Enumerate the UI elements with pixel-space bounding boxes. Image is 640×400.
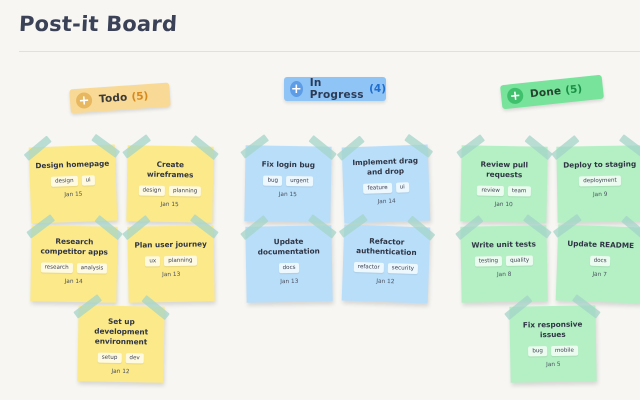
page-title: Post-it Board [18, 12, 178, 36]
note-tag: research [40, 262, 73, 273]
note-tag: dev [125, 353, 144, 364]
note-tag: docs [589, 255, 611, 267]
note-tag: review [477, 185, 504, 196]
note-tag: design [50, 175, 78, 187]
note-date: Jan 13 [162, 271, 181, 279]
column-label-done: Done [529, 85, 562, 101]
sticky-note[interactable]: Set up development environment setup dev… [73, 294, 170, 383]
note-date: Jan 9 [592, 191, 608, 199]
sticky-note[interactable]: Update README docs Jan 7 [552, 213, 640, 304]
note-date: Jan 15 [278, 191, 297, 199]
sticky-note[interactable]: Design homepage design ui Jan 15 [23, 133, 121, 224]
column-count-todo: (5) [131, 90, 149, 104]
note-title: Fix login bug [261, 159, 316, 170]
sticky-note[interactable]: Fix responsive issues bug mobile Jan 5 [504, 294, 601, 383]
note-tag: refactor [353, 261, 384, 273]
note-tag: urgent [286, 175, 313, 187]
sticky-note[interactable]: Create wireframes design planning Jan 15 [122, 134, 219, 223]
sticky-note[interactable]: Fix login bug bug urgent Jan 15 [240, 134, 337, 223]
sticky-note[interactable]: Review pull requests review team Jan 10 [456, 134, 553, 223]
tape [524, 135, 553, 161]
sticky-note[interactable]: Research competitor apps research analys… [26, 214, 123, 303]
tape [308, 135, 337, 161]
add-note-in-progress-icon[interactable]: + [290, 81, 303, 97]
column-header-todo[interactable]: + Todo (5) [69, 82, 171, 114]
note-title: Update README [567, 238, 635, 251]
sticky-note[interactable]: Refactor authentication refactor securit… [338, 213, 436, 304]
title-divider [19, 51, 640, 52]
note-tag: docs [278, 262, 300, 274]
column-header-in-progress[interactable]: + In Progress (4) [284, 77, 386, 101]
note-title: Review pull requests [480, 159, 529, 180]
note-date: Jan 5 [546, 361, 561, 369]
note-title: Research competitor apps [40, 236, 109, 257]
tape [456, 134, 486, 159]
add-note-done-icon[interactable]: + [506, 87, 524, 105]
note-date: Jan 7 [592, 271, 607, 279]
note-date: Jan 8 [496, 271, 512, 279]
tape [91, 133, 121, 158]
column-count-in-progress: (4) [369, 83, 386, 95]
note-title: Set up development environment [94, 316, 149, 347]
note-tag: analysis [76, 263, 108, 274]
note-date: Jan 12 [111, 368, 130, 376]
note-tag: quality [505, 255, 534, 266]
tape [23, 135, 52, 161]
note-tag: mobile [550, 345, 579, 357]
tape [240, 134, 270, 159]
note-tag: planning [168, 185, 202, 197]
note-title: Create wireframes [146, 159, 194, 180]
note-tag: security [387, 263, 419, 275]
note-date: Jan 15 [64, 191, 83, 199]
note-tag: deployment [579, 175, 621, 187]
note-tag: ui [81, 175, 95, 186]
note-title: Deploy to staging [563, 159, 637, 170]
sticky-note[interactable]: Implement drag and drop feature ui Jan 1… [336, 133, 434, 224]
note-date: Jan 14 [377, 198, 396, 206]
note-title: Write unit tests [471, 239, 536, 250]
note-tag: planning [164, 255, 197, 267]
note-tag: feature [363, 182, 392, 194]
note-date: Jan 13 [280, 278, 299, 286]
column-count-done: (5) [564, 82, 583, 97]
note-tag: design [138, 185, 166, 196]
tape [551, 135, 580, 161]
sticky-note[interactable]: Update documentation docs Jan 13 [240, 214, 337, 303]
note-title: Update documentation [257, 236, 320, 257]
column-header-done[interactable]: + Done (5) [500, 74, 604, 110]
sticky-note[interactable]: Plan user journey ux planning Jan 13 [122, 214, 219, 303]
sticky-note[interactable]: Write unit tests testing quality Jan 8 [455, 214, 552, 303]
column-label-in-progress: In Progress [309, 77, 364, 101]
note-title: Refactor authentication [356, 236, 417, 258]
note-date: Jan 12 [376, 278, 395, 286]
sticky-note[interactable]: Deploy to staging deployment Jan 9 [551, 134, 640, 223]
tape [190, 135, 219, 161]
note-tag: ui [395, 182, 409, 193]
note-date: Jan 15 [160, 201, 179, 209]
tape [122, 134, 152, 159]
add-note-todo-icon[interactable]: + [75, 91, 93, 110]
note-date: Jan 14 [64, 278, 83, 286]
note-title: Implement drag and drop [352, 155, 419, 177]
note-tag: setup [97, 352, 122, 364]
note-tag: bug [528, 346, 548, 357]
tape [618, 134, 640, 159]
note-title: Design homepage [35, 158, 110, 171]
note-title: Fix responsive issues [522, 319, 583, 340]
note-tag: team [507, 186, 531, 197]
note-tag: testing [474, 256, 503, 267]
note-date: Jan 10 [494, 201, 513, 209]
note-title: Plan user journey [134, 239, 207, 250]
note-tag: ux [145, 256, 161, 267]
note-tag: bug [263, 175, 283, 186]
tape [404, 133, 434, 158]
column-label-todo: Todo [98, 91, 128, 106]
